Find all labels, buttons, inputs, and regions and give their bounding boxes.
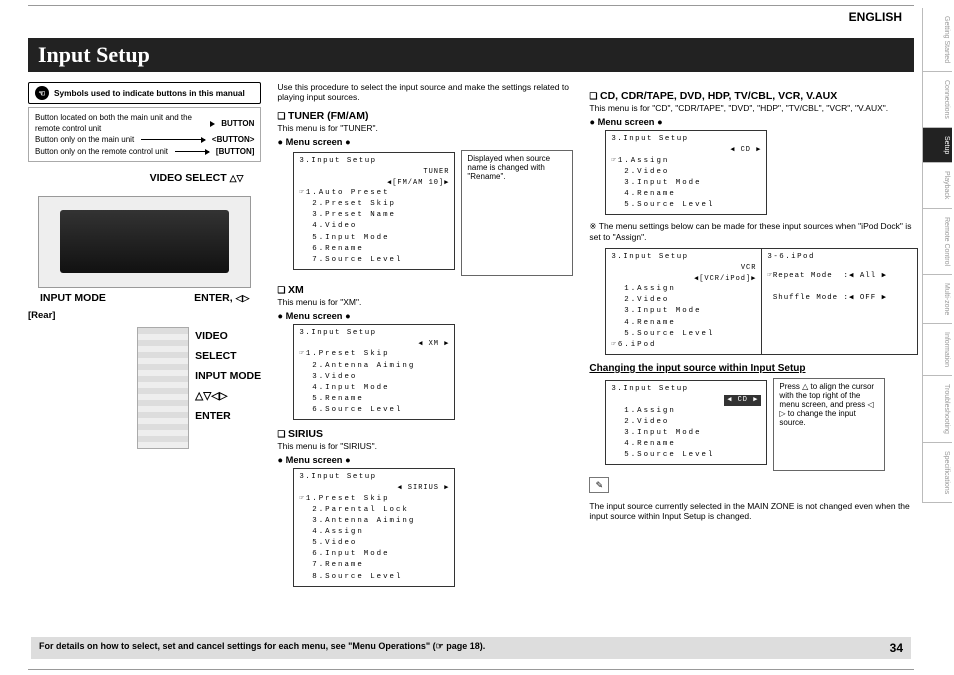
receiver-illustration [38,196,251,288]
tuner-callout: Displayed when source name is changed wi… [461,150,573,276]
tuner-heading: TUNER (FM/AM) [277,110,573,122]
sirius-desc: This menu is for "SIRIUS". [277,441,573,451]
video-select-label: VIDEO SELECT △▽ [28,172,243,184]
intro-text: Use this procedure to select the input s… [277,82,573,102]
tab-playback[interactable]: Playback [922,163,952,208]
arrow-icon [141,139,205,140]
sirius-menu-box: 3.Input Setup ◀ SIRIUS ▶ ☞1.Preset Skip … [293,468,455,586]
tuner-menu-box: 3.Input Setup TUNER ◀[FM/AM 10]▶ ☞1.Auto… [293,152,455,270]
tab-connections[interactable]: Connections [922,72,952,128]
remote-input-mode: INPUT MODE [195,367,261,387]
arrow-icon [175,151,209,152]
input-mode-label: INPUT MODE [40,292,106,304]
xm-desc: This menu is for "XM". [277,297,573,307]
tab-remote-control[interactable]: Remote Control [922,209,952,275]
cd-menu-label: Menu screen [589,117,918,127]
xm-heading: XM [277,284,573,296]
legend-row-2: Button only on the main unit [35,134,134,145]
twin-menu-box: 3.Input Setup VCR ◀[VCR/iPod]▶ 1.Assign … [605,248,918,355]
pencil-icon: ✎ [589,477,609,493]
remote-enter: ENTER [195,407,261,427]
tuner-menu-label: Menu screen [277,137,573,147]
tuner-desc: This menu is for "TUNER". [277,123,573,133]
xm-menu-box: 3.Input Setup ◀ XM ▶ ☞1.Preset Skip 2.An… [293,324,455,420]
tab-getting-started[interactable]: Getting Started [922,8,952,72]
symbols-heading: ☜ Symbols used to indicate buttons in th… [28,82,261,104]
legend-label-2: <BUTTON> [212,134,255,145]
page-number: 34 [890,641,903,655]
symbols-heading-text: Symbols used to indicate buttons in this… [54,88,245,98]
tab-information[interactable]: Information [922,324,952,376]
legend-label-3: [BUTTON] [216,146,255,157]
cd-note: The menu settings below can be made for … [589,221,918,242]
change-heading: Changing the input source within Input S… [589,363,918,374]
tab-specifications[interactable]: Specifications [922,443,952,503]
hand-icon: ☜ [35,86,49,100]
legend-label-1: BUTTON [221,118,254,129]
legend-row-1: Button located on both the main unit and… [35,112,207,134]
side-tabs: Getting Started Connections Setup Playba… [922,8,952,503]
footer: For details on how to select, set and ca… [31,637,911,659]
change-note: The input source currently selected in t… [589,501,918,521]
change-menu-box: 3.Input Setup ◀ CD ▶ 1.Assign 2.Video 3.… [605,380,767,465]
cd-menu-box: 3.Input Setup ◀ CD ▶ ☞1.Assign 2.Video 3… [605,130,767,215]
sirius-menu-label: Menu screen [277,455,573,465]
tab-multi-zone[interactable]: Multi-zone [922,275,952,324]
change-callout: Press △ to align the cursor with the top… [773,378,885,471]
tab-setup[interactable]: Setup [922,128,952,163]
sirius-heading: SIRIUS [277,428,573,440]
symbols-legend: Button located on both the main unit and… [28,107,261,162]
enter-label: ENTER, ◁▷ [194,292,249,304]
footer-text: For details on how to select, set and ca… [39,641,485,655]
cd-heading: CD, CDR/TAPE, DVD, HDP, TV/CBL, VCR, V.A… [589,90,918,102]
cd-desc: This menu is for "CD", "CDR/TAPE", "DVD"… [589,103,918,113]
remote-video-select: VIDEO SELECT [195,327,261,367]
xm-menu-label: Menu screen [277,311,573,321]
tab-troubleshooting[interactable]: Troubleshooting [922,376,952,443]
rear-label: [Rear] [28,310,261,321]
legend-row-3: Button only on the remote control unit [35,146,168,157]
page-title: Input Setup [28,38,914,72]
remote-nav: △▽◁▷ [195,387,261,407]
remote-illustration [137,327,189,449]
